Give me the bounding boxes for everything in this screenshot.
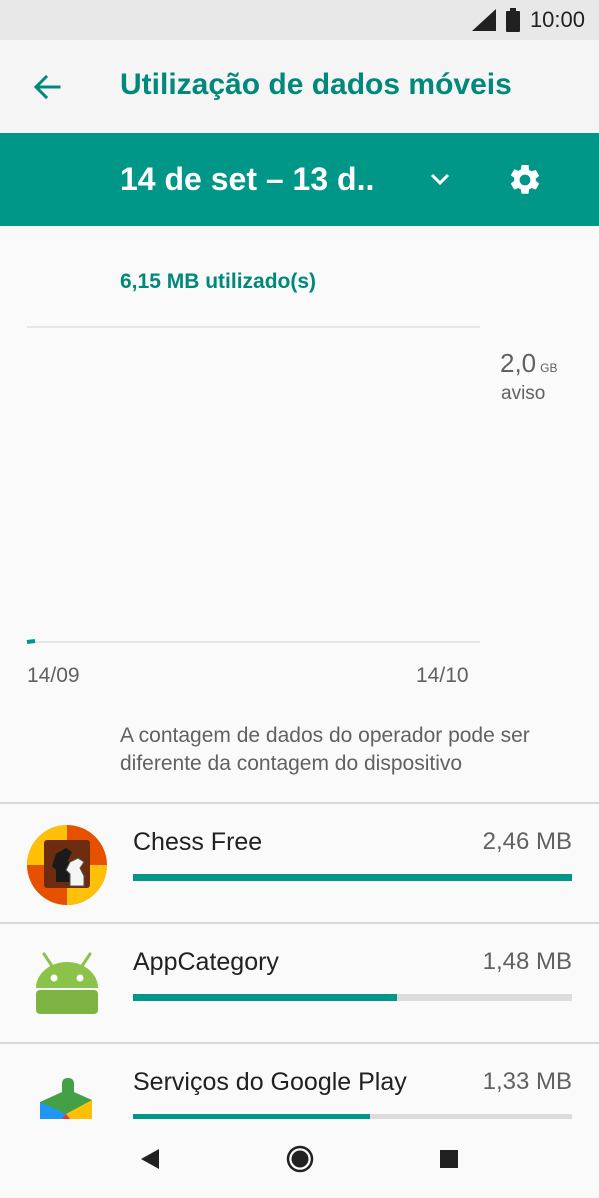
app-name: Chess Free: [133, 828, 263, 856]
usage-bar: [133, 994, 572, 1001]
cycle-bar: 14 de set – 13 d..: [0, 133, 599, 226]
app-name: Serviços do Google Play: [133, 1068, 407, 1096]
usage-bar-fill: [133, 874, 572, 881]
android-icon: [36, 952, 98, 1014]
app-bar: Utilização de dados móveis: [0, 40, 599, 133]
home-circle-icon: [286, 1145, 314, 1173]
warning-unit: GB: [540, 361, 558, 375]
settings-button[interactable]: [500, 155, 550, 205]
recents-square-icon: [440, 1150, 458, 1168]
back-arrow-icon: [33, 74, 61, 100]
signal-icon: [471, 9, 496, 31]
warning-label: aviso: [501, 383, 546, 404]
page-title: Utilização de dados móveis: [120, 68, 512, 101]
nav-back-button[interactable]: [128, 1137, 172, 1181]
warning-threshold: 2,0 GB: [500, 348, 558, 379]
usage-bar-fill: [133, 994, 398, 1001]
gear-icon: [510, 164, 540, 194]
app-size: 1,48 MB: [482, 948, 572, 975]
nav-home-button[interactable]: [278, 1137, 322, 1181]
app-size: 2,46 MB: [482, 828, 572, 855]
status-time: 10:00: [529, 7, 585, 32]
back-triangle-icon: [141, 1149, 159, 1169]
nav-recents-button[interactable]: [427, 1137, 471, 1181]
chevron-down-icon: [430, 173, 450, 186]
back-button[interactable]: [22, 62, 72, 112]
cycle-dropdown[interactable]: 14 de set – 13 d..: [110, 133, 470, 226]
status-bar: 10:00: [0, 0, 599, 40]
app-size: 1,33 MB: [482, 1068, 572, 1095]
app-row-appcategory[interactable]: AppCategory 1,48 MB: [0, 924, 599, 1042]
usage-line: [26, 639, 36, 644]
axis-end-date: 14/10: [416, 664, 469, 687]
status-icons: 10:00: [471, 6, 585, 34]
app-name: AppCategory: [133, 948, 279, 976]
navigation-bar: [0, 1119, 599, 1198]
warning-value: 2,0: [500, 348, 537, 378]
chess-icon: [27, 825, 107, 905]
usage-bar: [133, 874, 572, 881]
carrier-note: A contagem de dados do operador pode ser…: [120, 724, 530, 775]
cycle-label: 14 de set – 13 d..: [120, 161, 375, 197]
usage-summary: 6,15 MB utilizado(s): [120, 270, 317, 293]
battery-icon: [505, 8, 520, 32]
app-row-chess-free[interactable]: Chess Free 2,46 MB: [0, 804, 599, 922]
axis-start-date: 14/09: [27, 664, 80, 687]
